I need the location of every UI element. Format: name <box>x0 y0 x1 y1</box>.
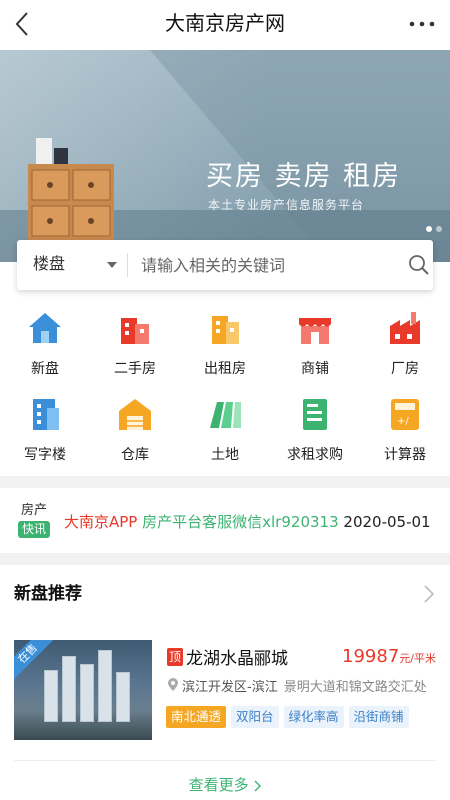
location-pin-icon <box>168 678 178 691</box>
building-shape <box>116 672 130 722</box>
news-date: 2020-05-01 <box>343 513 431 531</box>
category-calculator[interactable]: +/ 计算器 <box>360 392 450 478</box>
news-text: 房产平台客服微信xlr920313 <box>142 513 339 531</box>
page-title: 大南京房产网 <box>165 11 285 35</box>
divider <box>14 760 436 761</box>
banner-subline: 本土专业房产信息服务平台 <box>208 198 365 212</box>
category-factories[interactable]: 厂房 <box>360 306 450 392</box>
factory-icon <box>390 312 420 344</box>
listing-tags: 南北通透 双阳台 绿化率高 沿街商铺 <box>166 706 409 728</box>
listing-tag: 双阳台 <box>231 706 279 728</box>
listing-name[interactable]: 龙湖水晶郦城 <box>186 644 288 669</box>
shop-icon <box>299 318 331 344</box>
category-label: 求租求购 <box>287 447 343 463</box>
document-icon <box>303 399 327 430</box>
chevron-right-icon[interactable] <box>422 584 436 604</box>
carousel-indicator <box>426 226 442 232</box>
top-badge: 顶 <box>167 648 183 666</box>
category-wanted[interactable]: 求租求购 <box>270 392 360 478</box>
news-tag: 房产 快讯 <box>18 503 50 538</box>
banner-headline: 买房 卖房 租房 <box>206 161 402 192</box>
building-shape <box>44 670 58 722</box>
listing-district: 滨江开发区-滨江 <box>182 680 278 695</box>
listing-address: 景明大道和锦文路交汇处 <box>283 680 427 695</box>
category-warehouses[interactable]: 仓库 <box>90 392 180 478</box>
news-tag-label: 房产 <box>20 503 47 518</box>
building-shape <box>62 656 76 722</box>
listing-image[interactable]: 在售 <box>14 640 152 740</box>
category-label: 新盘 <box>31 361 59 377</box>
search-type-select[interactable]: 楼盘 <box>33 240 65 290</box>
category-land[interactable]: 土地 <box>180 392 270 478</box>
news-tag-badge: 快讯 <box>18 521 50 538</box>
chevron-right-icon <box>254 780 262 791</box>
view-more-label[interactable]: 查看更多 <box>0 774 450 795</box>
news-ticker[interactable]: 房产 快讯 大南京APP 房产平台客服微信xlr920313 2020-05-0… <box>0 489 450 553</box>
carousel-dot[interactable] <box>436 226 442 232</box>
price-unit: 元/平米 <box>399 652 436 665</box>
search-icon[interactable] <box>407 253 431 277</box>
category-label: 写字楼 <box>24 447 66 463</box>
svg-text:+/: +/ <box>397 416 409 427</box>
price-value: 19987 <box>342 646 400 667</box>
house-icon <box>29 313 61 343</box>
more-button[interactable] <box>406 10 438 38</box>
top-bar: 大南京房产网 <box>0 0 450 48</box>
category-label: 土地 <box>211 447 239 463</box>
category-new-homes[interactable]: 新盘 <box>0 306 90 392</box>
carousel-dot-active[interactable] <box>426 226 432 232</box>
listing-card[interactable]: 在售 顶 龙湖水晶郦城 19987元/平米 滨江开发区-滨江 景明大道和锦文路交汇… <box>0 638 450 746</box>
category-label: 仓库 <box>121 447 149 463</box>
category-grid: 新盘 二手房 出租房 商铺 厂房 写字楼 仓库 土地 求租求购 +/ 计算器 <box>0 306 450 478</box>
view-more-text: 查看更多 <box>188 776 249 794</box>
building-icon <box>212 316 239 344</box>
category-row: 新盘 二手房 出租房 商铺 厂房 <box>0 306 450 392</box>
listing-tag: 沿街商铺 <box>348 706 409 728</box>
listing-tag: 南北通透 <box>166 706 227 728</box>
building-icon <box>121 318 149 344</box>
category-label: 出租房 <box>204 361 246 377</box>
calculator-icon: +/ <box>391 399 419 430</box>
category-label: 二手房 <box>114 361 156 377</box>
new-homes-header[interactable]: 新盘推荐 <box>0 566 450 622</box>
office-icon <box>33 399 59 430</box>
section-separator <box>0 553 450 565</box>
listing-tag: 绿化率高 <box>283 706 344 728</box>
search-input[interactable] <box>141 248 381 282</box>
land-icon <box>210 402 241 428</box>
caret-down-icon[interactable] <box>107 262 117 268</box>
search-divider <box>127 253 128 277</box>
listing-price: 19987元/平米 <box>342 646 436 667</box>
promo-banner[interactable]: 买房 卖房 租房 本土专业房产信息服务平台 <box>0 50 450 262</box>
category-label: 计算器 <box>384 447 426 463</box>
news-brand: 大南京APP <box>64 513 138 531</box>
listing-location: 滨江开发区-滨江 景明大道和锦文路交汇处 <box>182 676 427 695</box>
more-dots-icon <box>409 21 435 27</box>
category-row: 写字楼 仓库 土地 求租求购 +/ 计算器 <box>0 392 450 478</box>
category-rentals[interactable]: 出租房 <box>180 306 270 392</box>
warehouse-icon <box>119 399 151 430</box>
category-label: 厂房 <box>391 361 419 377</box>
category-label: 商铺 <box>301 361 329 377</box>
section-title: 新盘推荐 <box>14 584 82 604</box>
category-offices[interactable]: 写字楼 <box>0 392 90 478</box>
category-resale[interactable]: 二手房 <box>90 306 180 392</box>
news-headline[interactable]: 大南京APP 房产平台客服微信xlr920313 2020-05-01 <box>64 511 431 532</box>
view-more-link[interactable]: 查看更多 <box>0 760 450 800</box>
building-shape <box>98 650 112 722</box>
building-shape <box>80 664 94 722</box>
search-bar: 楼盘 <box>17 240 433 290</box>
category-shops[interactable]: 商铺 <box>270 306 360 392</box>
section-separator <box>0 476 450 488</box>
